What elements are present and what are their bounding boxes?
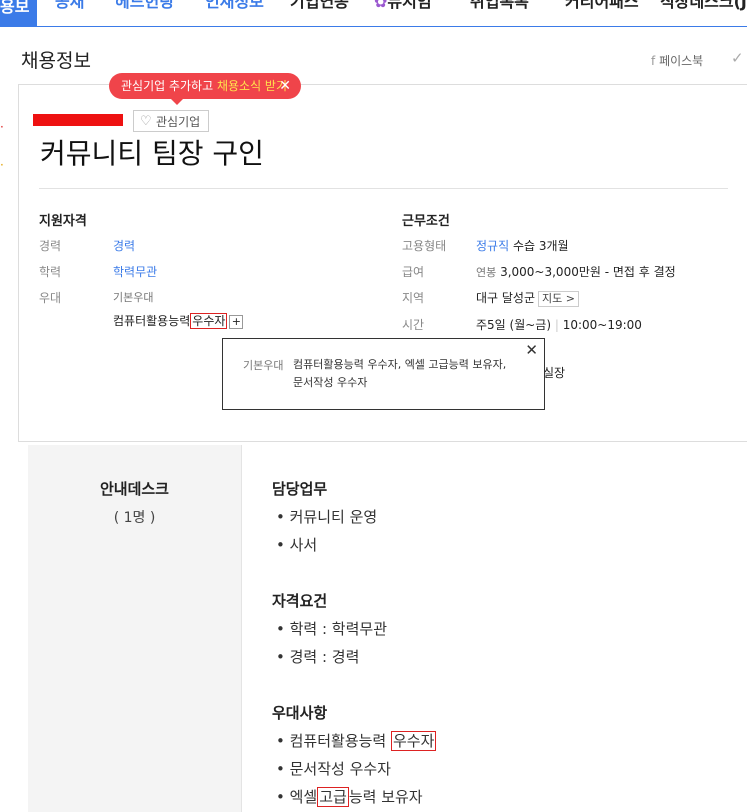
list-item: • 경력 : 경력 [276, 648, 360, 666]
divider [39, 188, 728, 189]
list-item: • 문서작성 우수자 [276, 760, 391, 778]
tab-desk[interactable]: 직장데스크(J [660, 0, 747, 12]
list-item: • 컴퓨터활용능력 우수자 [276, 731, 437, 751]
partial-text: 실장 [543, 366, 566, 380]
time-label: 시간 [402, 318, 425, 332]
salary-value: 연봉 3,000~3,000만원 - 면접 후 결정 [476, 265, 676, 279]
popup-label: 기본우대 [243, 359, 284, 372]
list-item: • 엑셀 고급 능력 보유자 [276, 787, 423, 807]
heart-icon: ♡ [140, 114, 152, 129]
employment-type-value: 정규직 수습 3개월 [476, 239, 569, 253]
career-value[interactable]: 경력 [113, 237, 135, 254]
preference-item: 컴퓨터활용능력 우수자 + [113, 312, 244, 329]
education-label: 학력 [39, 265, 62, 279]
tab-recruit[interactable]: 용보 [0, 0, 38, 26]
top-nav: 용보 공채 헤드헌팅 인재정보 기업연봉 ✿뮤지엄 취업톡톡 커리어패스 직장데… [0, 0, 747, 27]
close-icon[interactable]: ✕ [279, 73, 291, 99]
time-value: 주5일 (월~금) | 10:00~19:00 [476, 318, 642, 332]
employment-type-label: 고용형태 [402, 239, 447, 253]
promo-tooltip[interactable]: 관심기업 추가하고 채용소식 받기 ✕ [109, 73, 301, 105]
list-item: • 학력 : 학력무관 [276, 620, 388, 638]
education-value[interactable]: 학력무관 [113, 263, 157, 280]
tab-museum[interactable]: ✿뮤지엄 [374, 0, 432, 12]
preference-highlight: 우수자 [190, 313, 228, 329]
job-title: 커뮤니티 팀장 구인 [40, 137, 264, 170]
list-item: • 커뮤니티 운영 [276, 508, 378, 526]
duties-heading: 담당업무 [272, 480, 328, 498]
qualifications-heading: 지원자격 [39, 214, 87, 229]
requirements-heading: 자격요건 [272, 592, 328, 610]
salary-label: 급여 [402, 265, 425, 279]
career-label: 경력 [39, 239, 62, 253]
preferences-heading: 우대사항 [272, 704, 328, 722]
flower-icon: ✿ [374, 0, 388, 11]
preference-label: 우대 [39, 291, 62, 305]
tab-public[interactable]: 공채 [55, 0, 84, 12]
headcount: ( 1명 ) [113, 510, 156, 526]
conditions-heading: 근무조건 [402, 214, 450, 229]
department-box: 안내데스크 ( 1명 ) [28, 445, 241, 812]
list-item: • 사서 [276, 536, 318, 554]
tab-salary[interactable]: 기업연봉 [290, 0, 349, 12]
left-edge-mark: · [0, 120, 4, 134]
close-icon[interactable]: ✕ [525, 341, 538, 359]
region-label: 지역 [402, 291, 425, 305]
facebook-share[interactable]: f 페이스북 [651, 52, 703, 69]
tab-talent[interactable]: 인재정보 [205, 0, 264, 12]
redacted-company-name [33, 114, 123, 126]
preference-basic: 기본우대 [113, 291, 154, 304]
facebook-icon: f [651, 54, 656, 68]
divider [241, 445, 242, 812]
twitter-icon[interactable]: ✓ [731, 49, 744, 67]
page-title: 채용정보 [21, 50, 91, 72]
map-button[interactable]: 지도 > [538, 291, 579, 307]
preference-popup: 기본우대 컴퓨터활용능력 우수자, 엑셀 고급능력 보유자, 문서작성 우수자 … [222, 338, 545, 410]
expand-more-button[interactable]: + [229, 314, 244, 329]
tab-career[interactable]: 커리어패스 [565, 0, 639, 12]
region-value: 대구 달성군 지도 > [476, 289, 579, 307]
tab-talk[interactable]: 취업톡톡 [470, 0, 529, 12]
favorite-company-button[interactable]: ♡ 관심기업 [133, 110, 209, 132]
department-name: 안내데스크 [99, 480, 169, 498]
popup-text: 컴퓨터활용능력 우수자, 엑셀 고급능력 보유자, 문서작성 우수자 [293, 358, 507, 389]
tab-headhunting[interactable]: 헤드헌팅 [115, 0, 174, 12]
left-edge-mark: · [0, 158, 4, 172]
